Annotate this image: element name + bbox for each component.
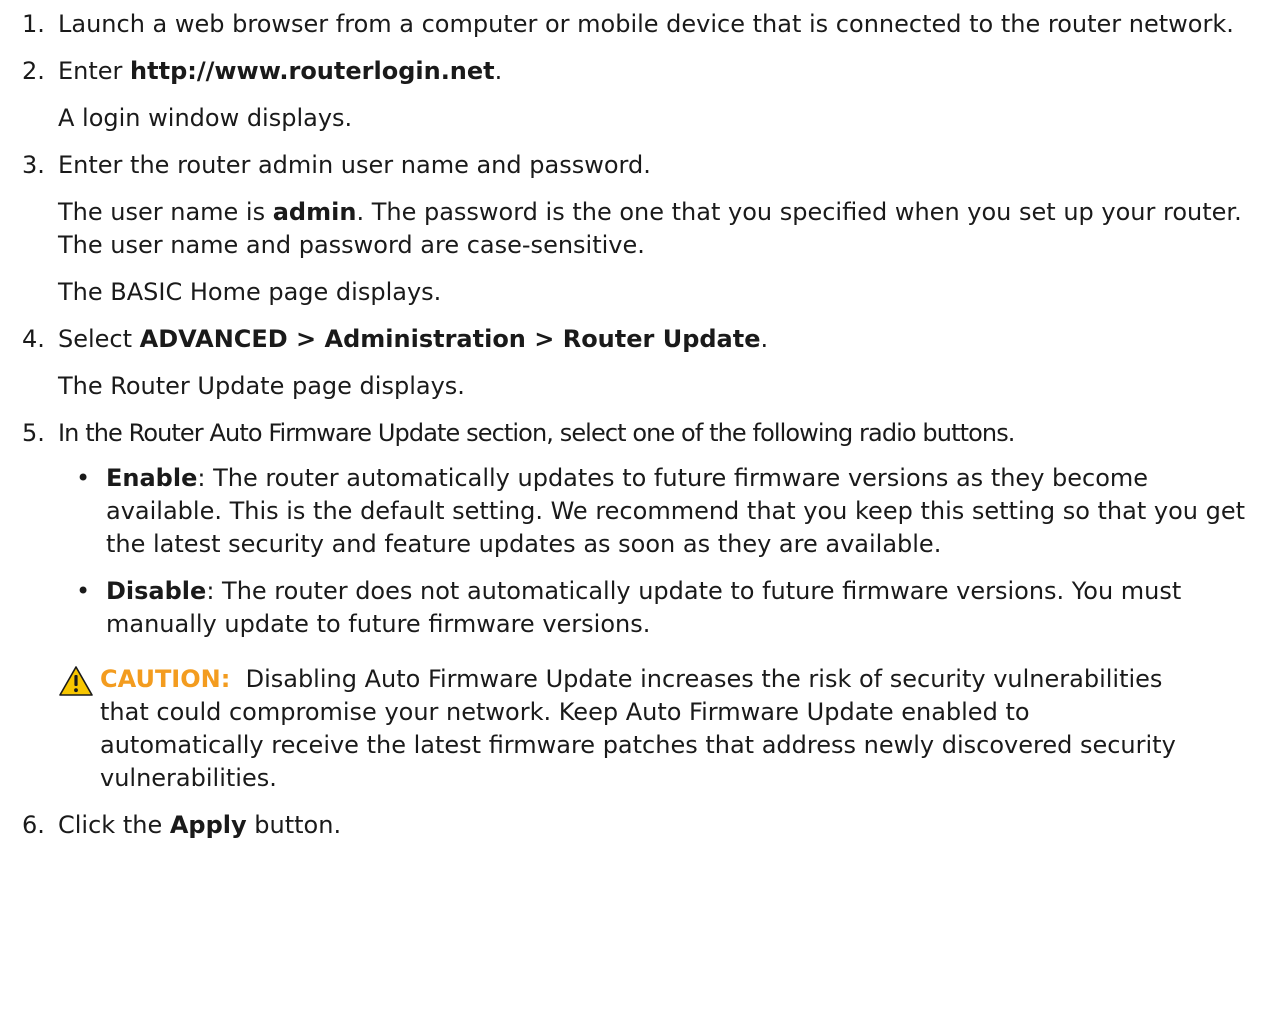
step-note: The user name is admin. The password is … (58, 198, 1242, 259)
step-text: Enter the router admin user name and pas… (58, 151, 651, 179)
apply-label: Apply (169, 811, 247, 839)
bullet-icon: • (76, 464, 91, 492)
option-enable-label: Enable (106, 464, 198, 492)
step-number: 3. (22, 151, 45, 179)
url-text: http://www.routerlogin.net (130, 57, 495, 85)
caution-text: Disabling Auto Firmware Update increases… (100, 665, 1184, 792)
list-item: • Enable: The router automatically updat… (76, 464, 1246, 558)
step-result: A login window displays. (58, 104, 353, 132)
step-number: 4. (22, 325, 45, 353)
step-number: 2. (22, 57, 45, 85)
step-4: 4. Select ADVANCED > Administration > Ro… (0, 323, 1248, 403)
step-6: 6. Click the Apply button. (0, 809, 1248, 842)
step-number: 5. (22, 419, 45, 447)
step-text: Launch a web browser from a computer or … (58, 10, 1234, 38)
option-disable-label: Disable (106, 577, 207, 605)
caution-note: CAUTION: Disabling Auto Firmware Update … (58, 663, 1200, 795)
menu-path: ADVANCED > Administration > Router Updat… (139, 325, 761, 353)
step-text: Click the Apply button. (58, 811, 342, 839)
step-number: 1. (22, 10, 45, 38)
step-2: 2. Enter http://www.routerlogin.net. A l… (0, 55, 1248, 135)
step-text: Enter http://www.routerlogin.net. (58, 57, 503, 85)
list-item: • Disable: The router does not automatic… (76, 577, 1182, 638)
step-number: 6. (22, 811, 45, 839)
step-5: 5. In the Router Auto Firmware Update se… (0, 417, 1248, 795)
step-3: 3. Enter the router admin user name and … (0, 149, 1248, 309)
step-result: The Router Update page displays. (58, 372, 465, 400)
step-text: In the Router Auto Firmware Update secti… (58, 419, 1015, 447)
step-text: Select ADVANCED > Administration > Route… (58, 325, 769, 353)
caution-label: CAUTION: (100, 665, 231, 693)
warning-triangle-icon (59, 666, 93, 696)
step-1: 1. Launch a web browser from a computer … (0, 8, 1248, 41)
step-result: The BASIC Home page displays. (58, 278, 442, 306)
bullet-icon: • (76, 577, 91, 605)
option-list: • Enable: The router automatically updat… (58, 462, 1248, 641)
document-body: 1. Launch a web browser from a computer … (0, 0, 1268, 842)
